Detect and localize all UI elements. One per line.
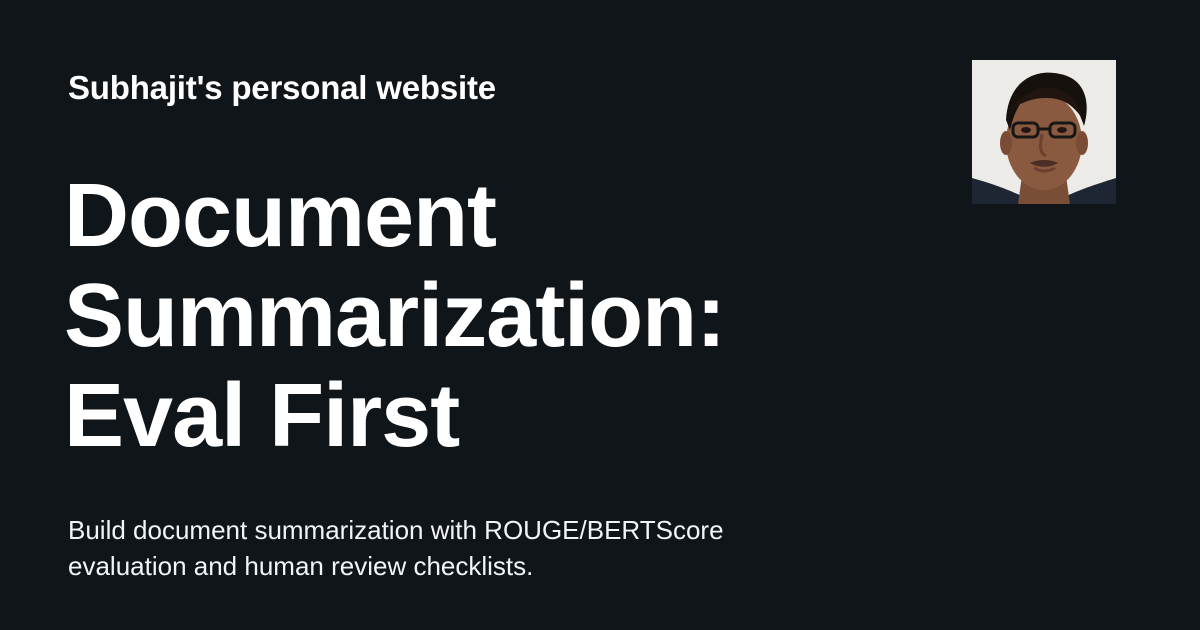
post-title-line: Eval First: [64, 366, 460, 466]
post-description-line: Build document summarization with ROUGE/…: [68, 515, 724, 545]
post-description-line: evaluation and human review checklists.: [68, 551, 534, 581]
social-preview-card: Subhajit's personal website Document Sum…: [0, 0, 1200, 630]
post-title: Document Summarization: Eval First: [64, 166, 824, 466]
author-avatar: [972, 60, 1116, 204]
post-title-line: Document: [64, 166, 497, 266]
profile-photo-icon: [972, 60, 1116, 204]
post-title-line: Summarization:: [64, 266, 726, 366]
post-description: Build document summarization with ROUGE/…: [68, 512, 828, 584]
site-name: Subhajit's personal website: [68, 69, 496, 106]
